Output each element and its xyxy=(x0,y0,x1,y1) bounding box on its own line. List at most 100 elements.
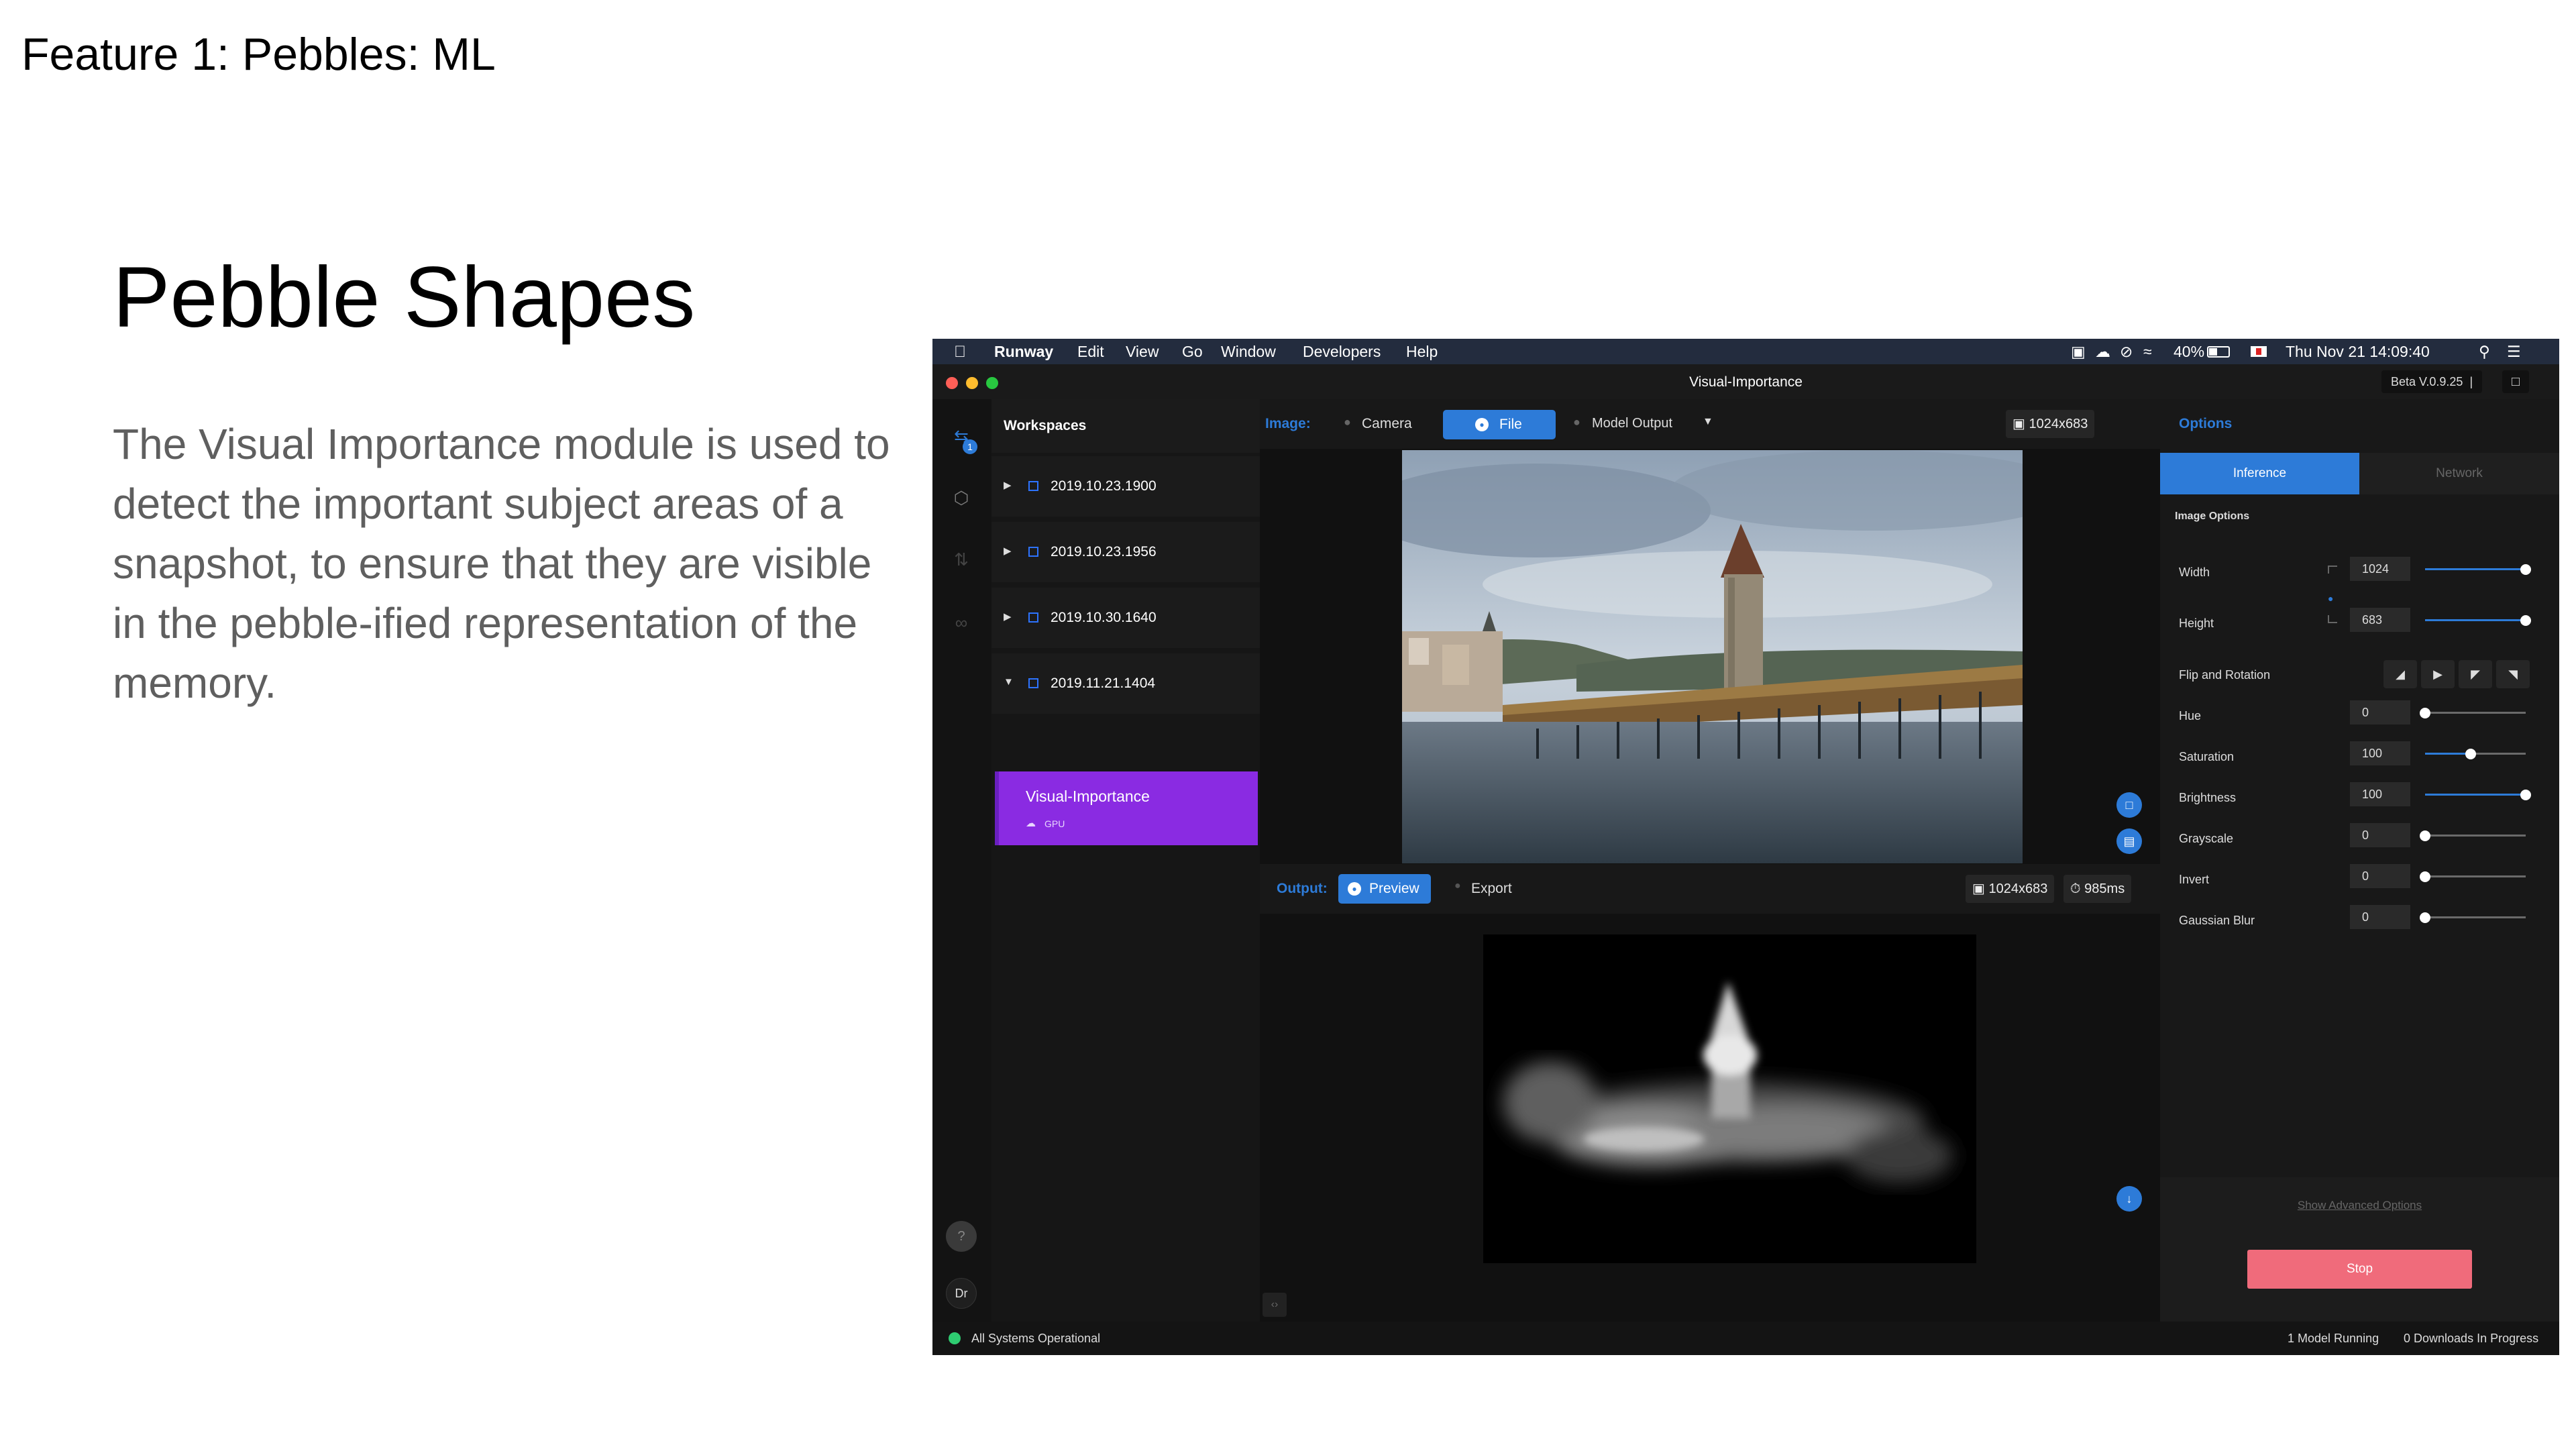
width-slider[interactable] xyxy=(2425,564,2531,575)
file-upload-icon[interactable]: □ xyxy=(2116,792,2142,818)
brightness-slider-knob[interactable] xyxy=(2520,790,2531,800)
link-bracket-icon xyxy=(2328,615,2337,623)
height-slider-knob[interactable] xyxy=(2520,615,2531,626)
feature-title: Feature 1: Pebbles: ML xyxy=(21,29,496,80)
status-icon[interactable]: ▣ xyxy=(2071,343,2086,361)
grayscale-slider[interactable] xyxy=(2420,830,2526,841)
preview-icon: ● xyxy=(1348,882,1361,896)
workspace-item[interactable]: ▼ 2019.11.21.1404 xyxy=(991,653,1260,714)
link-icon[interactable]: ∞ xyxy=(950,611,973,634)
flip-vertical-icon[interactable]: ▶ xyxy=(2421,660,2455,688)
menu-clock[interactable]: Thu Nov 21 14:09:40 xyxy=(2286,343,2430,361)
download-icon[interactable]: ↓ xyxy=(2116,1186,2142,1212)
brightness-input[interactable]: 100 xyxy=(2350,782,2410,806)
system-status: All Systems Operational xyxy=(971,1332,1101,1345)
flip-horizontal-icon[interactable]: ◢ xyxy=(2383,660,2417,688)
invert-slider-knob[interactable] xyxy=(2420,871,2430,882)
gaussian-blur-slider[interactable] xyxy=(2420,912,2526,923)
apple-icon[interactable]:  xyxy=(954,343,966,362)
collapse-arrow-icon[interactable]: ▼ xyxy=(1004,676,1014,688)
output-dimensions-label: 1024x683 xyxy=(1988,881,2048,896)
chevron-down-icon[interactable]: ▼ xyxy=(1703,416,1713,428)
hue-slider-knob[interactable] xyxy=(2420,708,2430,718)
height-slider[interactable] xyxy=(2425,615,2531,626)
tab-inference[interactable]: Inference xyxy=(2160,453,2359,494)
help-button[interactable]: ? xyxy=(946,1221,977,1252)
stop-button[interactable]: Stop xyxy=(2247,1250,2472,1289)
workspace-item[interactable]: ▶ 2019.10.30.1640 xyxy=(991,588,1260,648)
flag-icon[interactable] xyxy=(2251,346,2267,357)
expand-arrow-icon[interactable]: ▶ xyxy=(1004,610,1012,623)
model-output-option[interactable]: Model Output xyxy=(1592,416,1672,431)
menu-view[interactable]: View xyxy=(1126,343,1159,361)
gaussian-blur-input[interactable]: 0 xyxy=(2350,905,2410,929)
menu-help[interactable]: Help xyxy=(1406,343,1438,361)
tab-network[interactable]: Network xyxy=(2359,453,2559,494)
hue-row: Hue 0 xyxy=(2160,697,2559,737)
swap-icon[interactable]: ⇅ xyxy=(950,548,973,571)
width-input[interactable]: 1024 xyxy=(2350,557,2410,581)
saturation-slider-knob[interactable] xyxy=(2465,749,2476,759)
user-avatar[interactable]: Dr xyxy=(946,1278,977,1309)
active-model-item[interactable]: Visual-Importance ☁ GPU xyxy=(995,771,1258,845)
file-option-button[interactable]: ● File xyxy=(1443,410,1556,439)
sync-icon[interactable]: ⊘ xyxy=(2120,343,2133,361)
menu-developers[interactable]: Developers xyxy=(1303,343,1381,361)
grayscale-input[interactable]: 0 xyxy=(2350,823,2410,847)
gpu-tag: GPU xyxy=(1044,818,1065,829)
file-option-label: File xyxy=(1499,417,1522,432)
cloud-icon[interactable]: ☁ xyxy=(2095,343,2110,361)
menu-app-name[interactable]: Runway xyxy=(994,343,1053,361)
hue-slider[interactable] xyxy=(2420,708,2526,718)
workspaces-panel: Workspaces ▶ 2019.10.23.1900 ▶ 2019.10.2… xyxy=(991,399,1260,1322)
expand-arrow-icon[interactable]: ▶ xyxy=(1004,479,1012,491)
workspace-item[interactable]: ▶ 2019.10.23.1900 xyxy=(991,456,1260,517)
wifi-icon[interactable]: ≈ xyxy=(2143,343,2152,361)
menu-go[interactable]: Go xyxy=(1182,343,1203,361)
notification-badge: 1 xyxy=(963,439,977,454)
hue-input[interactable]: 0 xyxy=(2350,700,2410,724)
models-cube-icon[interactable]: ⬡ xyxy=(950,486,973,509)
status-ok-icon xyxy=(949,1332,961,1344)
gaussian-blur-label: Gaussian Blur xyxy=(2179,914,2255,927)
export-button[interactable]: Export xyxy=(1471,881,1512,897)
width-slider-knob[interactable] xyxy=(2520,564,2531,575)
invert-slider[interactable] xyxy=(2420,871,2526,882)
downloads-status[interactable]: 0 Downloads In Progress xyxy=(2404,1332,2538,1346)
notification-center-icon[interactable]: ☰ xyxy=(2507,343,2521,361)
collapse-panel-icon[interactable]: ‹› xyxy=(1263,1293,1287,1317)
battery-icon[interactable] xyxy=(2207,346,2230,358)
window-title: Visual-Importance xyxy=(1689,374,1803,390)
rotate-right-icon[interactable]: ◥ xyxy=(2496,660,2530,688)
preview-label: Preview xyxy=(1369,881,1419,896)
invert-input[interactable]: 0 xyxy=(2350,864,2410,888)
camera-option[interactable]: Camera xyxy=(1362,416,1412,432)
saturation-input[interactable]: 100 xyxy=(2350,741,2410,765)
height-slider-fill xyxy=(2425,619,2526,621)
expand-arrow-icon[interactable]: ▶ xyxy=(1004,545,1012,557)
grayscale-slider-knob[interactable] xyxy=(2420,830,2430,841)
options-header: Options xyxy=(2160,399,2559,449)
preview-button[interactable]: ● Preview xyxy=(1338,874,1431,904)
file-icon: ● xyxy=(1475,418,1489,431)
menu-window[interactable]: Window xyxy=(1221,343,1276,361)
slide-title: Pebble Shapes xyxy=(113,250,696,345)
brightness-slider[interactable] xyxy=(2425,790,2531,800)
height-input[interactable]: 683 xyxy=(2350,608,2410,632)
export-icon: ● xyxy=(1454,880,1461,892)
version-badge[interactable]: Beta V.0.9.25 | xyxy=(2381,370,2483,393)
gaussian-blur-slider-knob[interactable] xyxy=(2420,912,2430,923)
rotate-left-icon[interactable]: ◤ xyxy=(2459,660,2492,688)
folder-icon[interactable]: ▤ xyxy=(2116,828,2142,854)
invert-row: Invert 0 xyxy=(2160,861,2559,901)
width-row: Width 1024 xyxy=(2160,553,2559,594)
saturation-slider[interactable] xyxy=(2425,749,2526,759)
show-advanced-options-link[interactable]: Show Advanced Options xyxy=(2160,1199,2559,1212)
aspect-lock-icon[interactable]: ● xyxy=(2328,593,2333,604)
models-running-status[interactable]: 1 Model Running xyxy=(2288,1332,2379,1346)
spotlight-search-icon[interactable]: ⚲ xyxy=(2479,343,2490,361)
feedback-icon[interactable]: □ xyxy=(2502,370,2529,393)
menu-edit[interactable]: Edit xyxy=(1077,343,1104,361)
workspace-item[interactable]: ▶ 2019.10.23.1956 xyxy=(991,522,1260,582)
grayscale-label: Grayscale xyxy=(2179,832,2234,845)
